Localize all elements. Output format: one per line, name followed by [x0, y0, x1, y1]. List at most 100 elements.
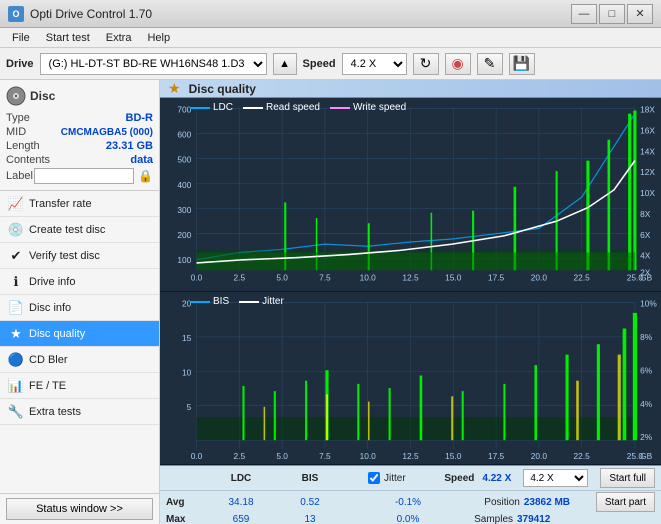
- svg-text:14X: 14X: [640, 146, 655, 156]
- disc-type-row: Type BD-R: [6, 112, 153, 124]
- samples-value: 379412: [517, 514, 577, 524]
- svg-text:2.5: 2.5: [234, 451, 246, 461]
- jitter-color: [239, 301, 259, 303]
- disc-button[interactable]: ◉: [445, 53, 471, 75]
- sidebar-item-verify-test-disc[interactable]: ✔ Verify test disc: [0, 243, 159, 269]
- svg-text:16X: 16X: [640, 125, 655, 135]
- svg-text:15.0: 15.0: [445, 273, 462, 283]
- eject-button[interactable]: ▲: [273, 53, 297, 75]
- svg-text:5.0: 5.0: [276, 451, 288, 461]
- disc-mid-label: MID: [6, 126, 26, 138]
- legend-jitter: Jitter: [239, 296, 284, 307]
- legend-ldc-text: LDC: [213, 102, 233, 113]
- disc-label-label: Label: [6, 170, 33, 182]
- status-window-button[interactable]: Status window >>: [6, 498, 153, 520]
- chart1-legend: LDC Read speed Write speed: [190, 102, 406, 113]
- svg-text:500: 500: [177, 155, 191, 165]
- svg-text:6%: 6%: [640, 366, 653, 376]
- svg-text:200: 200: [177, 230, 191, 240]
- speed-dropdown-select[interactable]: 4.2 X: [523, 469, 588, 487]
- sidebar-item-cd-bler[interactable]: 🔵 CD Bler: [0, 347, 159, 373]
- disc-mid-row: MID CMCMAGBA5 (000): [6, 126, 153, 138]
- minimize-button[interactable]: —: [571, 4, 597, 24]
- sidebar-item-create-test-disc[interactable]: 💿 Create test disc: [0, 217, 159, 243]
- disc-quality-header: ★ Disc quality: [160, 80, 661, 98]
- verify-test-disc-label: Verify test disc: [29, 250, 100, 262]
- cd-bler-label: CD Bler: [29, 354, 68, 366]
- disc-length-label: Length: [6, 140, 40, 152]
- edit-button[interactable]: ✎: [477, 53, 503, 75]
- create-test-disc-icon: 💿: [8, 222, 24, 238]
- close-button[interactable]: ✕: [627, 4, 653, 24]
- svg-text:12.5: 12.5: [402, 273, 419, 283]
- sidebar-item-disc-info[interactable]: 📄 Disc info: [0, 295, 159, 321]
- position-label: Position: [484, 497, 520, 508]
- app-icon: O: [8, 6, 24, 22]
- jitter-checkbox-area: Jitter: [368, 472, 406, 484]
- svg-text:4%: 4%: [640, 399, 653, 409]
- svg-text:20.0: 20.0: [531, 451, 548, 461]
- legend-write-speed: Write speed: [330, 102, 406, 113]
- svg-text:22.5: 22.5: [574, 273, 591, 283]
- svg-text:12.5: 12.5: [402, 451, 419, 461]
- max-jitter: 0.0%: [368, 514, 448, 524]
- transfer-rate-icon: 📈: [8, 196, 24, 212]
- disc-quality-title: Disc quality: [189, 82, 256, 96]
- bis-color: [190, 301, 210, 303]
- jitter-checkbox[interactable]: [368, 472, 380, 484]
- stats-panel: LDC BIS Jitter Speed 4.22 X 4.2 X Start …: [160, 465, 661, 524]
- drive-info-icon: ℹ: [8, 274, 24, 290]
- legend-jitter-text: Jitter: [262, 296, 284, 307]
- svg-text:10X: 10X: [640, 188, 655, 198]
- chart-ldc: LDC Read speed Write speed: [160, 98, 661, 292]
- speed-select[interactable]: 4.2 X: [342, 53, 407, 75]
- svg-text:10.0: 10.0: [360, 273, 377, 283]
- lock-icon[interactable]: 🔒: [138, 169, 153, 183]
- sidebar-item-extra-tests[interactable]: 🔧 Extra tests: [0, 399, 159, 425]
- legend-read-speed-text: Read speed: [266, 102, 320, 113]
- drive-toolbar: Drive (G:) HL-DT-ST BD-RE WH16NS48 1.D3 …: [0, 48, 661, 80]
- svg-text:0.0: 0.0: [191, 273, 203, 283]
- drive-select[interactable]: (G:) HL-DT-ST BD-RE WH16NS48 1.D3: [40, 53, 267, 75]
- save-button[interactable]: 💾: [509, 53, 535, 75]
- start-part-button[interactable]: Start part: [596, 492, 655, 512]
- refresh-button[interactable]: ↻: [413, 53, 439, 75]
- svg-text:7.5: 7.5: [319, 451, 331, 461]
- titlebar: O Opti Drive Control 1.70 — □ ✕: [0, 0, 661, 28]
- stats-col-bis: BIS: [280, 473, 340, 484]
- svg-text:100: 100: [177, 255, 191, 265]
- fe-te-icon: 📊: [8, 378, 24, 394]
- svg-text:17.5: 17.5: [488, 451, 505, 461]
- svg-text:5.0: 5.0: [276, 273, 288, 283]
- nav-items: 📈 Transfer rate 💿 Create test disc ✔ Ver…: [0, 191, 159, 493]
- speed-header-value: 4.22 X: [482, 473, 511, 484]
- disc-icon: [6, 86, 26, 106]
- avg-label: Avg: [166, 497, 202, 508]
- menu-file[interactable]: File: [4, 30, 38, 46]
- disc-contents-value: data: [130, 154, 153, 166]
- sidebar-item-fe-te[interactable]: 📊 FE / TE: [0, 373, 159, 399]
- disc-label-input[interactable]: [34, 168, 134, 184]
- disc-panel: Disc Type BD-R MID CMCMAGBA5 (000) Lengt…: [0, 80, 159, 191]
- start-full-button[interactable]: Start full: [600, 468, 655, 488]
- sidebar-item-transfer-rate[interactable]: 📈 Transfer rate: [0, 191, 159, 217]
- menu-help[interactable]: Help: [139, 30, 178, 46]
- ldc-color: [190, 107, 210, 109]
- titlebar-controls: — □ ✕: [571, 4, 653, 24]
- chart1-svg: 700 600 500 400 300 200 100 18X 16X 14X …: [160, 98, 661, 291]
- legend-ldc: LDC: [190, 102, 233, 113]
- menu-start-test[interactable]: Start test: [38, 30, 98, 46]
- maximize-button[interactable]: □: [599, 4, 625, 24]
- avg-ldc: 34.18: [206, 497, 276, 508]
- svg-text:18X: 18X: [640, 105, 655, 115]
- disc-info-label: Disc info: [29, 302, 71, 314]
- svg-text:7.5: 7.5: [319, 273, 331, 283]
- svg-text:20.0: 20.0: [531, 273, 548, 283]
- sidebar-item-drive-info[interactable]: ℹ Drive info: [0, 269, 159, 295]
- position-value: 23862 MB: [524, 497, 584, 508]
- menu-extra[interactable]: Extra: [98, 30, 140, 46]
- max-bis: 13: [280, 514, 340, 524]
- sidebar-item-disc-quality[interactable]: ★ Disc quality: [0, 321, 159, 347]
- disc-length-row: Length 23.31 GB: [6, 140, 153, 152]
- svg-text:5: 5: [187, 402, 192, 412]
